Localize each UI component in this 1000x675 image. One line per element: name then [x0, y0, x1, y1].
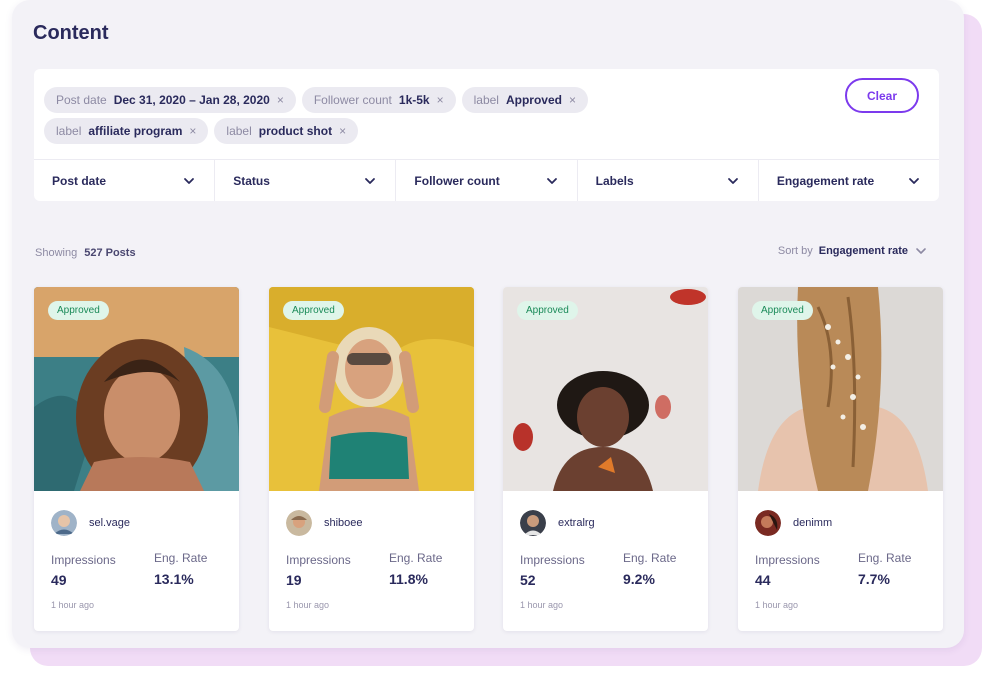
chevron-down-icon: [727, 177, 738, 184]
clear-filters-button[interactable]: Clear: [845, 78, 919, 113]
post-card[interactable]: Approved sel.vage Impressions Eng. Rate …: [34, 287, 239, 631]
chevron-down-icon: [909, 177, 919, 184]
post-card[interactable]: Approved extralrg Impressions Eng. Rate …: [503, 287, 708, 631]
close-icon[interactable]: ×: [437, 93, 444, 107]
close-icon[interactable]: ×: [189, 124, 196, 138]
post-author[interactable]: extralrg: [520, 510, 595, 536]
post-time: 1 hour ago: [755, 600, 799, 610]
impressions-value: 44: [755, 572, 771, 588]
username: denimm: [793, 517, 833, 529]
eng-rate-label: Eng. Rate: [154, 551, 208, 565]
close-icon[interactable]: ×: [277, 93, 284, 107]
avatar: [51, 510, 77, 536]
page-title: Content: [33, 22, 109, 44]
filter-box: Post date Dec 31, 2020 – Jan 28, 2020 × …: [34, 69, 939, 201]
post-time: 1 hour ago: [286, 600, 330, 610]
chevron-down-icon: [184, 177, 195, 184]
dropdown-post-date[interactable]: Post date: [34, 160, 216, 201]
dropdown-engagement-rate[interactable]: Engagement rate: [759, 160, 939, 201]
status-badge: Approved: [48, 301, 109, 320]
impressions-label: Impressions: [286, 553, 351, 567]
avatar: [520, 510, 546, 536]
content-panel: Content Post date Dec 31, 2020 – Jan 28,…: [12, 0, 964, 648]
eng-rate-value: 7.7%: [858, 571, 890, 587]
username: shiboee: [324, 517, 363, 529]
eng-rate-value: 9.2%: [623, 571, 655, 587]
sort-dropdown[interactable]: Sort by Engagement rate: [778, 244, 928, 258]
impressions-label: Impressions: [51, 553, 116, 567]
post-card[interactable]: Approved denimm Impressions Eng. Rate 44…: [738, 287, 943, 631]
post-time: 1 hour ago: [51, 600, 95, 610]
eng-rate-label: Eng. Rate: [623, 551, 677, 565]
eng-rate-value: 11.8%: [389, 571, 428, 587]
impressions-label: Impressions: [755, 553, 820, 567]
status-badge: Approved: [752, 301, 813, 320]
status-badge: Approved: [283, 301, 344, 320]
status-badge: Approved: [517, 301, 578, 320]
post-author[interactable]: denimm: [755, 510, 832, 536]
eng-rate-label: Eng. Rate: [389, 551, 443, 565]
eng-rate-value: 13.1%: [154, 571, 194, 587]
dropdown-follower-count[interactable]: Follower count: [396, 160, 578, 201]
chevron-down-icon: [916, 248, 926, 254]
impressions-value: 49: [51, 572, 67, 588]
filter-chip-post-date[interactable]: Post date Dec 31, 2020 – Jan 28, 2020 ×: [44, 87, 296, 113]
username: sel.vage: [89, 517, 130, 529]
dropdown-status[interactable]: Status: [215, 160, 397, 201]
filter-chip-label-approved[interactable]: label Approved ×: [461, 87, 588, 113]
close-icon[interactable]: ×: [569, 93, 576, 107]
post-author[interactable]: shiboee: [286, 510, 363, 536]
chevron-down-icon: [365, 177, 376, 184]
filter-chip-follower-count[interactable]: Follower count 1k-5k ×: [301, 87, 456, 113]
avatar: [755, 510, 781, 536]
filter-dropdowns: Post date Status Follower count Labels E…: [34, 159, 939, 201]
chevron-down-icon: [546, 177, 557, 184]
username: extralrg: [558, 517, 595, 529]
impressions-value: 52: [520, 572, 536, 588]
avatar: [286, 510, 312, 536]
dropdown-labels[interactable]: Labels: [578, 160, 759, 201]
post-card[interactable]: Approved shiboee Impressions Eng. Rate 1…: [269, 287, 474, 631]
post-time: 1 hour ago: [520, 600, 564, 610]
filter-chip-label-product-shot[interactable]: label product shot ×: [214, 118, 359, 144]
post-author[interactable]: sel.vage: [51, 510, 130, 536]
filter-chip-label-affiliate[interactable]: label affiliate program ×: [44, 118, 209, 144]
impressions-label: Impressions: [520, 553, 585, 567]
active-filters: Post date Dec 31, 2020 – Jan 28, 2020 × …: [44, 87, 824, 149]
results-count: Showing 527 Posts: [35, 247, 136, 259]
eng-rate-label: Eng. Rate: [858, 551, 912, 565]
impressions-value: 19: [286, 572, 302, 588]
close-icon[interactable]: ×: [339, 124, 346, 138]
